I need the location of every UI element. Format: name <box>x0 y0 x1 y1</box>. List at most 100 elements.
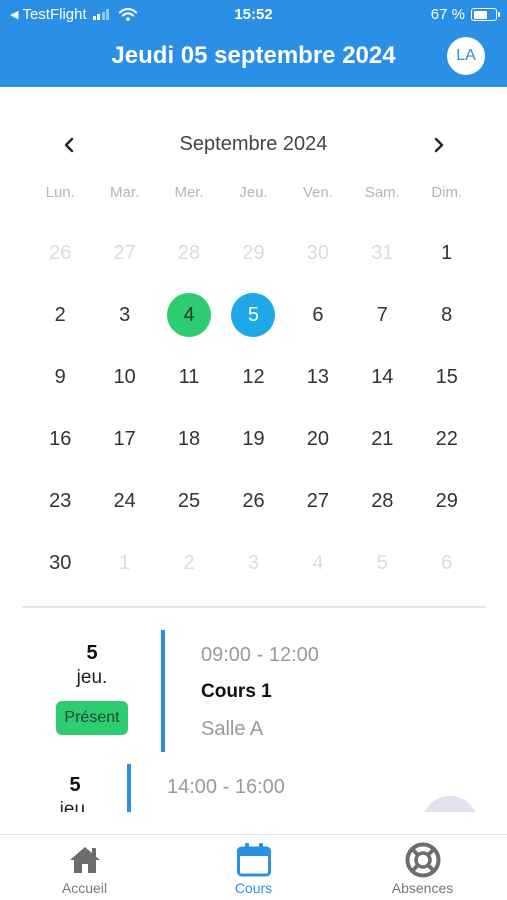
calendar-day-number: 14 <box>371 365 394 388</box>
weekday-label: Sam. <box>364 184 400 201</box>
calendar-day[interactable]: 2 <box>28 284 92 346</box>
calendar-day-number: 18 <box>177 427 201 450</box>
calendar-day-number: 29 <box>435 489 458 512</box>
calendar-day-outside-month[interactable]: 28 <box>157 222 221 284</box>
course-room: Salle A <box>201 718 264 740</box>
calendar-week-row: 9 10 11 12 13 14 15 <box>28 346 479 408</box>
scroll-clip <box>0 812 507 834</box>
calendar-day-number: 24 <box>113 489 136 512</box>
calendar-day[interactable]: 15 <box>415 346 479 408</box>
course-day-number: 5 <box>69 774 81 796</box>
calendar-day[interactable]: 26 <box>221 470 285 532</box>
calendar-day[interactable]: 16 <box>28 408 92 470</box>
calendar-day[interactable]: 18 <box>157 408 221 470</box>
weekday-label: Jeu. <box>239 184 268 201</box>
avatar[interactable]: LA <box>447 37 485 75</box>
calendar-day-number: 21 <box>371 427 394 450</box>
calendar-week-row: 16 17 18 19 20 21 22 <box>28 408 479 470</box>
next-month-button[interactable] <box>424 130 454 160</box>
calendar-day[interactable]: 23 <box>28 470 92 532</box>
calendar-day-outside-month[interactable]: 2 <box>157 532 221 594</box>
tab-cours[interactable]: Cours <box>169 835 338 900</box>
calendar-day-outside-month[interactable]: 6 <box>415 532 479 594</box>
weekday-label: Mar. <box>110 184 140 201</box>
tab-label: Absences <box>391 880 454 896</box>
calendar-day-outside-month[interactable]: 5 <box>350 532 414 594</box>
calendar-icon <box>236 841 272 879</box>
calendar-day-number: 11 <box>178 365 200 388</box>
battery-icon <box>471 8 500 21</box>
calendar-day-number: 8 <box>441 303 453 326</box>
calendar-day-number: 4 <box>312 551 324 574</box>
calendar-day-number: 30 <box>49 551 72 574</box>
calendar-day-number: 6 <box>441 551 453 574</box>
calendar-day[interactable]: 10 <box>92 346 156 408</box>
calendar-day-number: 1 <box>119 551 131 574</box>
calendar-day[interactable]: 1 <box>415 222 479 284</box>
calendar-day[interactable]: 11 <box>157 346 221 408</box>
calendar-day[interactable]: 19 <box>221 408 285 470</box>
calendar-day-number: 26 <box>49 241 72 264</box>
calendar-day[interactable]: 22 <box>415 408 479 470</box>
calendar-day-number: 26 <box>242 489 265 512</box>
calendar-week-row: 30 1 2 3 4 5 6 <box>28 532 479 594</box>
calendar-day[interactable]: 20 <box>286 408 350 470</box>
calendar-day-number: 22 <box>435 427 458 450</box>
calendar-day[interactable]: 29 <box>415 470 479 532</box>
calendar-day[interactable]: 14 <box>350 346 414 408</box>
calendar-day[interactable]: 8 <box>415 284 479 346</box>
calendar-day-number: 15 <box>435 365 458 388</box>
calendar-week-row: 23 24 25 26 27 28 29 <box>28 470 479 532</box>
calendar-day-number: 4 <box>167 293 212 337</box>
calendar-day[interactable]: 7 <box>350 284 414 346</box>
calendar-day-today[interactable]: 5 <box>221 284 285 346</box>
course-day-number: 5 <box>86 642 98 664</box>
calendar-day-outside-month[interactable]: 4 <box>286 532 350 594</box>
calendar-day[interactable]: 21 <box>350 408 414 470</box>
calendar-day-number: 17 <box>113 427 136 450</box>
calendar-day-number: 2 <box>54 303 66 326</box>
attendance-badge: Présent <box>56 701 128 735</box>
tab-label: Cours <box>234 880 273 896</box>
weekday-label: Lun. <box>45 184 75 201</box>
calendar-day[interactable]: 6 <box>286 284 350 346</box>
weekday-label: Dim. <box>431 184 463 201</box>
calendar-day-number: 30 <box>306 241 330 264</box>
calendar-day-selected[interactable]: 4 <box>157 284 221 346</box>
calendar-day[interactable]: 25 <box>157 470 221 532</box>
calendar-day-number: 12 <box>242 365 265 388</box>
calendar-day-outside-month[interactable]: 26 <box>28 222 92 284</box>
calendar-day[interactable]: 13 <box>286 346 350 408</box>
calendar-day-number: 10 <box>113 365 136 388</box>
calendar-day[interactable]: 17 <box>92 408 156 470</box>
calendar-day-outside-month[interactable]: 29 <box>221 222 285 284</box>
calendar-day-number: 1 <box>441 241 453 264</box>
calendar-day[interactable]: 9 <box>28 346 92 408</box>
tab-absences[interactable]: Absences <box>338 835 507 900</box>
calendar-day-number: 23 <box>49 489 72 512</box>
calendar-day-number: 28 <box>371 489 394 512</box>
calendar-day[interactable]: 28 <box>350 470 414 532</box>
calendar-grid: 26 27 28 29 30 31 1 2 3 4 5 6 7 8 9 10 11 12 13 14 15 16 17 18 1… <box>28 222 479 594</box>
course-title: Cours 1 <box>201 681 272 702</box>
calendar-day-outside-month[interactable]: 3 <box>221 532 285 594</box>
calendar-day-number: 31 <box>371 241 394 264</box>
lifebuoy-icon <box>405 841 441 879</box>
calendar-day[interactable]: 12 <box>221 346 285 408</box>
tab-accueil[interactable]: Accueil <box>0 835 169 900</box>
weekday-header: Lun. Mar. Mer. Jeu. Ven. Sam. Dim. <box>28 184 479 201</box>
page-title: Jeudi 05 septembre 2024 <box>111 42 396 69</box>
calendar-day[interactable]: 24 <box>92 470 156 532</box>
course-accent-bar <box>161 630 165 752</box>
calendar-day-outside-month[interactable]: 27 <box>92 222 156 284</box>
calendar-day-outside-month[interactable]: 1 <box>92 532 156 594</box>
calendar-day-number: 27 <box>113 241 136 264</box>
calendar-day[interactable]: 30 <box>28 532 92 594</box>
calendar-day-number: 28 <box>177 241 201 264</box>
app-header: ◀ TestFlight 15:52 67 % Jeudi 05 septemb… <box>0 0 507 87</box>
calendar-day-number: 3 <box>119 303 131 326</box>
calendar-day[interactable]: 3 <box>92 284 156 346</box>
calendar-day-outside-month[interactable]: 31 <box>350 222 414 284</box>
calendar-day[interactable]: 27 <box>286 470 350 532</box>
calendar-day-outside-month[interactable]: 30 <box>286 222 350 284</box>
